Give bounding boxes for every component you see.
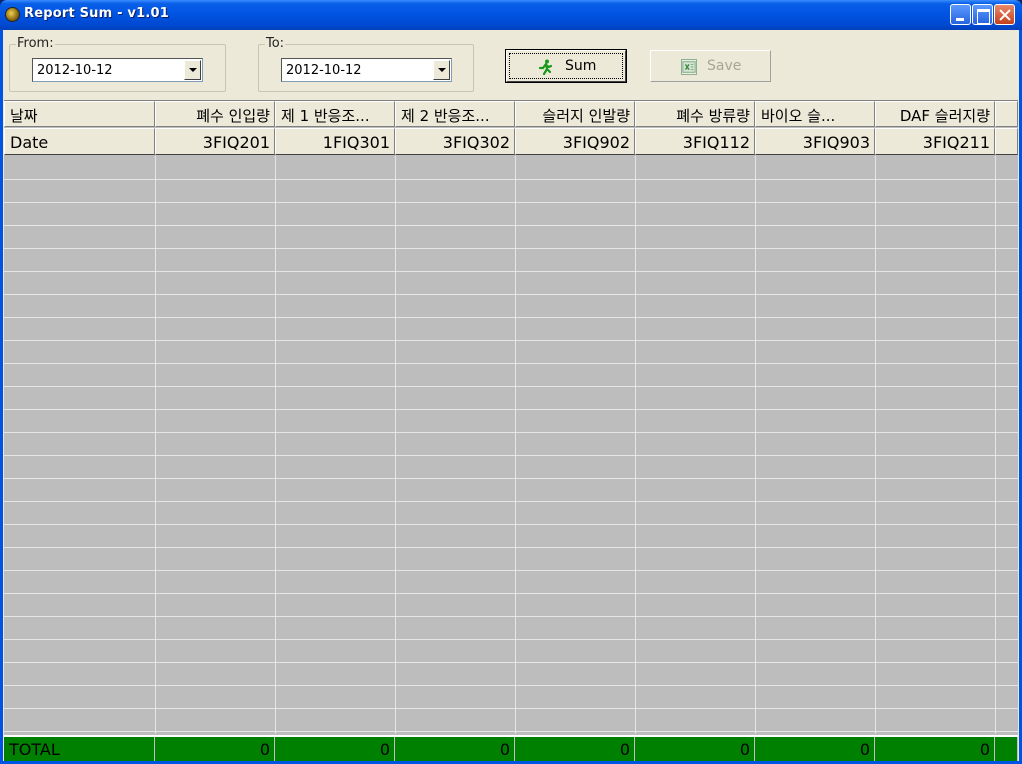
grid-row-line [4, 179, 1018, 180]
title-bar[interactable]: Report Sum - v1.01 [0, 0, 1022, 30]
grid-row-line [4, 409, 1018, 410]
column-header[interactable]: 슬러지 인발량 [515, 101, 635, 127]
grid-column-line [875, 156, 876, 734]
grid-column-line [275, 156, 276, 734]
column-header[interactable]: 폐수 방류량 [635, 101, 755, 127]
header-row: 날짜 폐수 인입량 제 1 반응조... 제 2 반응조... 슬러지 인발량 … [4, 101, 1018, 127]
code-cell[interactable]: 1FIQ301 [275, 128, 395, 155]
total-value: 0 [395, 737, 515, 761]
column-header[interactable]: DAF 슬러지량 [875, 101, 995, 127]
grid-row-line [4, 455, 1018, 456]
to-label: To: [265, 36, 286, 51]
grid-row-line [4, 294, 1018, 295]
grid-row-line [4, 501, 1018, 502]
code-cell[interactable]: 3FIQ201 [155, 128, 275, 155]
grid-row-line [4, 432, 1018, 433]
total-value: 0 [635, 737, 755, 761]
sum-button[interactable]: Sum [505, 49, 627, 83]
grid-row-line [4, 547, 1018, 548]
grid-row-line [4, 248, 1018, 249]
maximize-icon[interactable] [972, 4, 993, 25]
grid-body[interactable] [4, 156, 1018, 734]
grid-row-line [4, 662, 1018, 663]
running-man-icon [538, 59, 553, 75]
grid-row-line [4, 478, 1018, 479]
app-window: Report Sum - v1.01 From: 2012-10-12 To: … [0, 0, 1022, 764]
total-value: 0 [755, 737, 875, 761]
sum-button-label: Sum [565, 58, 597, 74]
grid-row-line [4, 731, 1018, 732]
code-cell[interactable]: 3FIQ903 [755, 128, 875, 155]
total-filler [995, 737, 1018, 761]
total-value: 0 [515, 737, 635, 761]
column-header[interactable]: 폐수 인입량 [155, 101, 275, 127]
to-group: To: 2012-10-12 [258, 36, 474, 92]
column-header[interactable]: 날짜 [4, 101, 155, 127]
from-date-value: 2012-10-12 [37, 63, 113, 78]
grid-row-line [4, 225, 1018, 226]
grid-row-line [4, 363, 1018, 364]
code-cell[interactable]: Date [4, 128, 155, 155]
column-header[interactable]: 제 2 반응조... [395, 101, 515, 127]
code-cell[interactable]: 3FIQ112 [635, 128, 755, 155]
column-header[interactable]: 바이오 슬... [755, 101, 875, 127]
grid-row-line [4, 271, 1018, 272]
save-button-label: Save [707, 58, 742, 74]
chevron-down-icon[interactable] [184, 60, 201, 80]
total-value: 0 [155, 737, 275, 761]
code-cell[interactable]: 3FIQ211 [875, 128, 995, 155]
grid-row-line [4, 639, 1018, 640]
grid-column-line [155, 156, 156, 734]
grid-column-line [755, 156, 756, 734]
grid-row-line [4, 593, 1018, 594]
code-cell[interactable]: 3FIQ902 [515, 128, 635, 155]
column-header[interactable]: 제 1 반응조... [275, 101, 395, 127]
grid-column-line [515, 156, 516, 734]
to-date-value: 2012-10-12 [286, 63, 362, 78]
grid-row-line [4, 524, 1018, 525]
minimize-icon[interactable] [950, 4, 971, 25]
report-grid[interactable]: 날짜 폐수 인입량 제 1 반응조... 제 2 반응조... 슬러지 인발량 … [4, 100, 1018, 761]
grid-row-line [4, 386, 1018, 387]
grid-row-line [4, 708, 1018, 709]
grid-row-line [4, 570, 1018, 571]
total-value: 0 [875, 737, 995, 761]
from-date-picker[interactable]: 2012-10-12 [32, 58, 203, 82]
code-cell-filler [995, 128, 1018, 155]
from-group: From: 2012-10-12 [9, 36, 226, 92]
window-title: Report Sum - v1.01 [24, 6, 169, 21]
code-row: Date 3FIQ201 1FIQ301 3FIQ302 3FIQ902 3FI… [4, 128, 1018, 155]
total-value: 0 [275, 737, 395, 761]
grid-column-line [995, 156, 996, 734]
chevron-down-icon[interactable] [433, 60, 450, 80]
grid-row-line [4, 202, 1018, 203]
grid-row-line [4, 685, 1018, 686]
client-area: From: 2012-10-12 To: 2012-10-12 Sum Save… [3, 30, 1019, 761]
total-label: TOTAL [4, 737, 155, 761]
code-cell[interactable]: 3FIQ302 [395, 128, 515, 155]
total-row: TOTAL 0 0 0 0 0 0 0 [4, 735, 1018, 761]
save-button[interactable]: Save [650, 50, 771, 82]
close-icon[interactable] [994, 4, 1015, 25]
from-label: From: [16, 36, 55, 51]
excel-icon [681, 59, 697, 75]
grid-row-line [4, 317, 1018, 318]
grid-row-line [4, 340, 1018, 341]
app-icon[interactable] [5, 7, 20, 22]
grid-column-line [395, 156, 396, 734]
grid-row-line [4, 616, 1018, 617]
grid-column-line [635, 156, 636, 734]
column-header-filler [995, 101, 1018, 127]
to-date-picker[interactable]: 2012-10-12 [281, 58, 452, 82]
